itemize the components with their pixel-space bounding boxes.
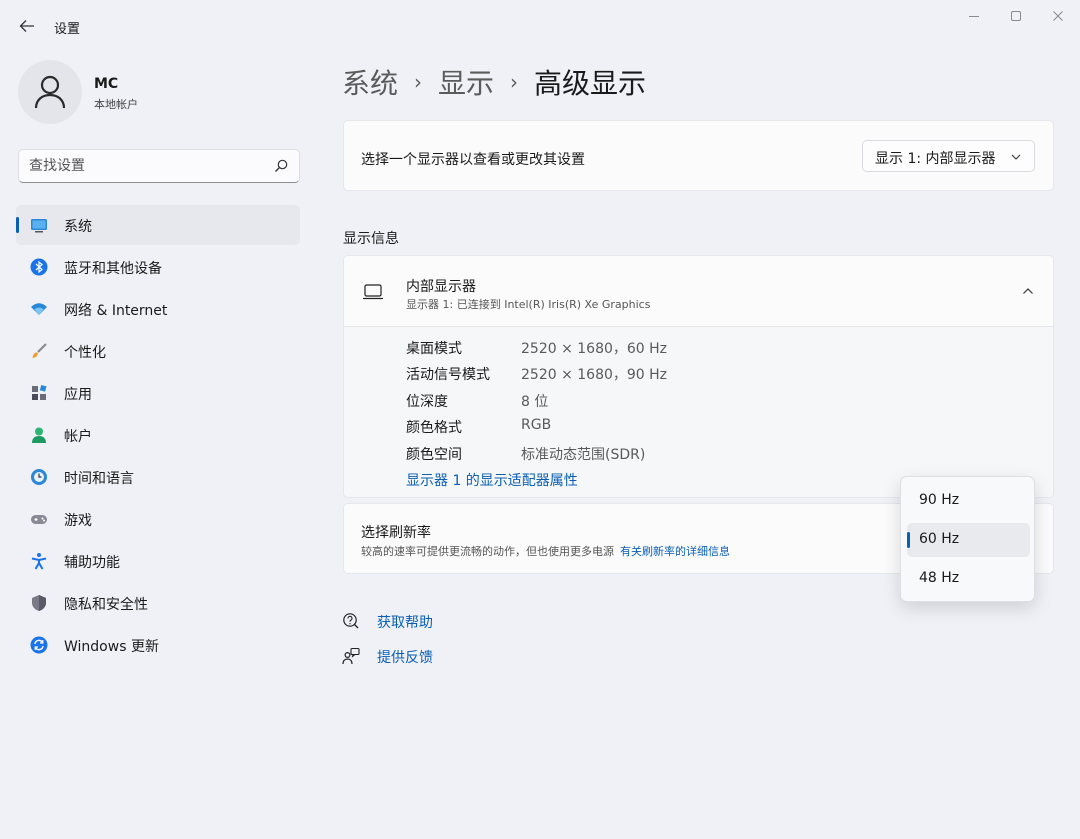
- sidebar-item-personalization[interactable]: 个性化: [16, 331, 300, 371]
- display-info-header[interactable]: 内部显示器 显示器 1: 已连接到 Intel(R) Iris(R) Xe Gr…: [344, 256, 1053, 327]
- chevron-up-icon[interactable]: [1021, 284, 1035, 298]
- maximize-button[interactable]: [998, 6, 1034, 26]
- sidebar-item-label: 时间和语言: [64, 471, 134, 487]
- get-help-link[interactable]: 获取帮助: [342, 610, 462, 634]
- sidebar-item-label: 隐私和安全性: [64, 597, 148, 613]
- display-dropdown-value: 显示 1: 内部显示器: [875, 151, 996, 167]
- give-feedback-label: 提供反馈: [377, 650, 433, 666]
- info-key: 颜色格式: [406, 420, 462, 436]
- update-icon: [30, 636, 48, 654]
- sidebar-item-label: 帐户: [64, 429, 92, 445]
- globe-clock-icon: [31, 469, 47, 485]
- display-info-body: 桌面模式 2520 × 1680，60 Hz 活动信号模式 2520 × 168…: [344, 327, 1053, 497]
- refresh-option-90hz[interactable]: 90 Hz: [907, 484, 1030, 518]
- breadcrumb-display[interactable]: 显示: [438, 62, 494, 102]
- refresh-option-label: 90 Hz: [919, 492, 960, 508]
- section-title: 显示信息: [343, 231, 399, 247]
- sidebar-item-label: Windows 更新: [64, 639, 159, 655]
- info-value: 2520 × 1680，60 Hz: [521, 341, 668, 357]
- shield-icon: [32, 595, 46, 611]
- sidebar-item-privacy[interactable]: 隐私和安全性: [16, 583, 300, 623]
- sidebar-item-apps[interactable]: 应用: [16, 373, 300, 413]
- sidebar-item-system[interactable]: 系统: [16, 205, 300, 245]
- back-button[interactable]: [14, 14, 40, 38]
- refresh-rate-dropdown-menu: 90 Hz 60 Hz 48 Hz: [900, 476, 1035, 602]
- refresh-rate-description: 较高的速率可提供更流畅的动作，但也使用更多电源 有关刷新率的详细信息: [361, 543, 730, 559]
- display-name: 内部显示器: [406, 279, 476, 295]
- sidebar-item-gaming[interactable]: 游戏: [16, 499, 300, 539]
- info-value: 标准动态范围(SDR): [521, 447, 646, 463]
- account-type: 本地帐户: [94, 98, 138, 111]
- sidebar-item-label: 蓝牙和其他设备: [64, 261, 162, 277]
- minimize-icon: [969, 16, 979, 17]
- laptop-icon: [363, 284, 383, 300]
- apps-icon: [32, 384, 47, 400]
- sidebar-item-label: 个性化: [64, 345, 106, 361]
- person-icon: [34, 75, 66, 109]
- chevron-right-icon: ›: [510, 70, 519, 94]
- sidebar-item-accessibility[interactable]: 辅助功能: [16, 541, 300, 581]
- info-key: 位深度: [406, 394, 448, 410]
- breadcrumb: 系统 › 显示 › 高级显示: [342, 60, 646, 104]
- brush-icon: [32, 343, 47, 358]
- close-icon: [1053, 11, 1063, 21]
- display-select-label: 选择一个显示器以查看或更改其设置: [361, 152, 585, 168]
- sidebar-item-bluetooth[interactable]: 蓝牙和其他设备: [16, 247, 300, 287]
- person-icon: [32, 427, 46, 443]
- app-title: 设置: [54, 22, 81, 37]
- info-key: 桌面模式: [406, 341, 462, 357]
- display-icon: [31, 219, 47, 233]
- sidebar-item-label: 系统: [64, 219, 92, 235]
- gamepad-icon: [31, 515, 47, 524]
- accessibility-icon: [31, 553, 47, 570]
- get-help-label: 获取帮助: [377, 615, 433, 631]
- chevron-down-icon: [1011, 154, 1021, 160]
- sidebar-nav: 系统 蓝牙和其他设备 网络 & Internet 个性化 应用 帐户 时间和语言: [16, 205, 300, 667]
- adapter-properties-link[interactable]: 显示器 1 的显示适配器属性: [406, 470, 578, 490]
- refresh-option-60hz[interactable]: 60 Hz: [907, 523, 1030, 557]
- close-button[interactable]: [1040, 6, 1076, 26]
- info-value: 2520 × 1680，90 Hz: [521, 367, 668, 383]
- arrow-left-icon: [19, 20, 34, 32]
- info-key: 颜色空间: [406, 447, 462, 463]
- refresh-option-48hz[interactable]: 48 Hz: [907, 562, 1030, 596]
- display-dropdown[interactable]: 显示 1: 内部显示器: [862, 140, 1035, 172]
- display-info-card: 内部显示器 显示器 1: 已连接到 Intel(R) Iris(R) Xe Gr…: [343, 255, 1054, 498]
- minimize-button[interactable]: [956, 6, 992, 26]
- avatar[interactable]: [18, 60, 82, 124]
- feedback-icon: [342, 647, 360, 665]
- search-box[interactable]: [18, 149, 300, 183]
- refresh-rate-desc-text: 较高的速率可提供更流畅的动作，但也使用更多电源: [361, 545, 614, 558]
- sidebar-item-network[interactable]: 网络 & Internet: [16, 289, 300, 329]
- search-icon[interactable]: [273, 158, 289, 174]
- refresh-option-label: 60 Hz: [919, 531, 960, 547]
- user-name: MC: [94, 76, 119, 92]
- sidebar-item-label: 游戏: [64, 513, 92, 529]
- sidebar-item-time-language[interactable]: 时间和语言: [16, 457, 300, 497]
- chevron-right-icon: ›: [414, 70, 423, 94]
- info-value: 8 位: [521, 394, 549, 410]
- sidebar-item-label: 网络 & Internet: [64, 303, 168, 319]
- help-icon: [343, 613, 359, 629]
- maximize-icon: [1011, 11, 1021, 21]
- display-select-card: 选择一个显示器以查看或更改其设置 显示 1: 内部显示器: [343, 120, 1054, 191]
- wifi-icon: [31, 303, 47, 315]
- bluetooth-icon: [30, 258, 48, 276]
- title-bar: 设置: [0, 0, 1080, 50]
- settings-window: 设置 MC 本地帐户 系统 蓝牙和其他设备 网络 & Internet: [0, 0, 1080, 839]
- page-title: 高级显示: [534, 67, 647, 100]
- sidebar-item-windows-update[interactable]: Windows 更新: [16, 625, 300, 665]
- give-feedback-link[interactable]: 提供反馈: [342, 645, 462, 669]
- display-connection: 显示器 1: 已连接到 Intel(R) Iris(R) Xe Graphics: [406, 298, 651, 311]
- info-key: 活动信号模式: [406, 367, 490, 383]
- search-input[interactable]: [29, 156, 265, 176]
- sidebar-item-label: 应用: [64, 387, 92, 403]
- breadcrumb-system[interactable]: 系统: [342, 62, 398, 102]
- sidebar-item-accounts[interactable]: 帐户: [16, 415, 300, 455]
- info-value: RGB: [521, 417, 552, 433]
- sidebar-item-label: 辅助功能: [64, 555, 120, 571]
- refresh-option-label: 48 Hz: [919, 570, 960, 586]
- refresh-rate-title: 选择刷新率: [361, 525, 431, 541]
- refresh-rate-info-link[interactable]: 有关刷新率的详细信息: [620, 545, 730, 558]
